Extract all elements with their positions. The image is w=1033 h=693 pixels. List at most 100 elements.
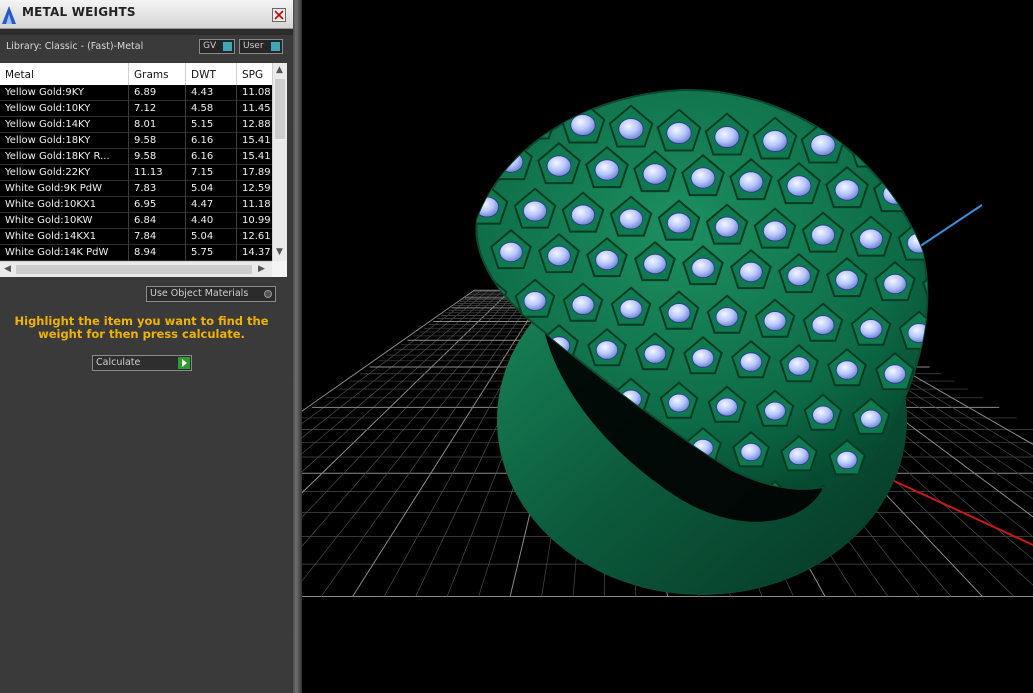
- gem-setting: [923, 355, 928, 395]
- user-toggle-label: User: [243, 41, 264, 51]
- gv-toggle-indicator: [223, 42, 232, 51]
- scroll-left-icon[interactable]: ◀: [4, 264, 11, 274]
- gem-setting: [896, 128, 928, 172]
- table-row[interactable]: Yellow Gold:9KY 6.89 4.43 11.08: [0, 85, 272, 101]
- app-logo-icon: [2, 6, 16, 24]
- grams-cell: 7.12: [134, 103, 157, 114]
- table-row[interactable]: Yellow Gold:14KY 8.01 5.15 12.88: [0, 117, 272, 133]
- cell-divider: [236, 133, 237, 149]
- scroll-right-icon[interactable]: ▶: [258, 264, 265, 274]
- column-header-metal[interactable]: Metal: [5, 69, 34, 81]
- cell-divider: [236, 213, 237, 229]
- user-toggle[interactable]: User: [239, 39, 283, 54]
- metal-cell: Yellow Gold:22KY: [5, 167, 91, 178]
- metal-cell: White Gold:14K PdW: [5, 247, 109, 258]
- grams-cell: 9.58: [134, 151, 157, 162]
- scroll-down-icon[interactable]: ▼: [276, 247, 283, 257]
- cell-divider: [128, 245, 129, 261]
- table-row[interactable]: Yellow Gold:18KY 9.58 6.16 15.41: [0, 133, 272, 149]
- table-row[interactable]: White Gold:10KW 6.84 4.40 10.99: [0, 213, 272, 229]
- metal-weights-panel: METAL WEIGHTS Library: Classic - (Fast)-…: [0, 0, 293, 693]
- gem-setting: [476, 456, 506, 489]
- grams-cell: 8.94: [134, 247, 157, 258]
- spg-cell: 11.45: [242, 103, 271, 114]
- vertical-scroll-thumb[interactable]: [275, 79, 285, 139]
- spg-cell: 12.88: [242, 119, 271, 130]
- cell-divider: [185, 197, 186, 213]
- cell-divider: [185, 85, 186, 101]
- column-header-spg[interactable]: SPG: [242, 69, 263, 81]
- table-row[interactable]: White Gold:14K PdW 8.94 5.75 14.37: [0, 245, 272, 261]
- play-arrow-icon: [178, 357, 190, 369]
- viewport-scene: [302, 88, 1033, 598]
- spg-cell: 15.41: [242, 151, 271, 162]
- dwt-cell: 4.47: [191, 199, 214, 210]
- grams-cell: 6.84: [134, 215, 157, 226]
- dwt-cell: 7.15: [191, 167, 214, 178]
- panel-splitter[interactable]: [293, 0, 302, 693]
- column-header-dwt[interactable]: DWT: [191, 69, 216, 81]
- spg-cell: 11.18: [242, 199, 271, 210]
- cell-divider: [128, 117, 129, 133]
- table-row[interactable]: Yellow Gold:10KY 7.12 4.58 11.45: [0, 101, 272, 117]
- spg-cell: 12.59: [242, 183, 271, 194]
- cell-divider: [236, 101, 237, 117]
- calculate-label: Calculate: [96, 357, 141, 368]
- column-header-grams[interactable]: Grams: [134, 69, 169, 81]
- cell-divider: [236, 165, 237, 181]
- cell-divider: [128, 101, 129, 117]
- dwt-cell: 5.75: [191, 247, 214, 258]
- cell-divider: [128, 229, 129, 245]
- vertical-scrollbar[interactable]: ▲ ▼: [272, 63, 287, 261]
- gem-setting: [512, 96, 558, 140]
- metal-cell: White Gold:14KX1: [5, 231, 97, 242]
- gem-setting: [848, 124, 894, 168]
- cell-divider: [236, 149, 237, 165]
- cell-divider: [128, 133, 129, 149]
- cell-divider: [185, 245, 186, 261]
- horizontal-scroll-thumb[interactable]: [16, 265, 252, 274]
- column-divider: [128, 63, 129, 85]
- cell-divider: [185, 181, 186, 197]
- metal-cell: Yellow Gold:14KY: [5, 119, 91, 130]
- calculate-button[interactable]: Calculate: [92, 355, 192, 371]
- cell-divider: [185, 229, 186, 245]
- grams-cell: 7.83: [134, 183, 157, 194]
- table-row[interactable]: White Gold:10KX1 6.95 4.47 11.18: [0, 197, 272, 213]
- gem-setting: [921, 173, 928, 217]
- gem-setting: [873, 169, 917, 213]
- table-row[interactable]: White Gold:14KX1 7.84 5.04 12.61: [0, 229, 272, 245]
- spg-cell: 15.41: [242, 135, 271, 146]
- cell-divider: [128, 85, 129, 101]
- gv-toggle[interactable]: GV: [199, 39, 235, 54]
- metal-cell: Yellow Gold:9KY: [5, 87, 84, 98]
- metal-cell: White Gold:9K PdW: [5, 183, 102, 194]
- cell-divider: [185, 213, 186, 229]
- title-divider: [0, 29, 293, 35]
- cell-divider: [185, 133, 186, 149]
- table-body: Yellow Gold:9KY 6.89 4.43 11.08 Yellow Gold:…: [0, 85, 272, 261]
- cell-divider: [128, 197, 129, 213]
- dwt-cell: 4.40: [191, 215, 214, 226]
- cell-divider: [185, 149, 186, 165]
- 3d-viewport[interactable]: [302, 0, 1033, 693]
- close-button[interactable]: [272, 8, 286, 22]
- scroll-up-icon[interactable]: ▲: [276, 65, 283, 75]
- grams-cell: 11.13: [134, 167, 163, 178]
- cell-divider: [236, 197, 237, 213]
- metal-cell: White Gold:10KX1: [5, 199, 97, 210]
- table-row[interactable]: White Gold:9K PdW 7.83 5.04 12.59: [0, 181, 272, 197]
- horizontal-scrollbar[interactable]: ◀ ▶: [0, 261, 272, 277]
- cell-divider: [128, 181, 129, 197]
- table-header: Metal Grams DWT SPG: [0, 63, 272, 86]
- grams-cell: 7.84: [134, 231, 157, 242]
- use-object-materials-toggle[interactable]: Use Object Materials: [146, 286, 276, 302]
- cell-divider: [236, 181, 237, 197]
- table-row[interactable]: Yellow Gold:18KY R... 9.58 6.16 15.41: [0, 149, 272, 165]
- gem-setting: [476, 92, 510, 136]
- ring-model[interactable]: [466, 88, 964, 595]
- table-row[interactable]: Yellow Gold:22KY 11.13 7.15 17.89: [0, 165, 272, 181]
- instruction-text: Highlight the item you want to find the …: [14, 314, 269, 341]
- gem-setting: [489, 137, 533, 181]
- grams-cell: 8.01: [134, 119, 157, 130]
